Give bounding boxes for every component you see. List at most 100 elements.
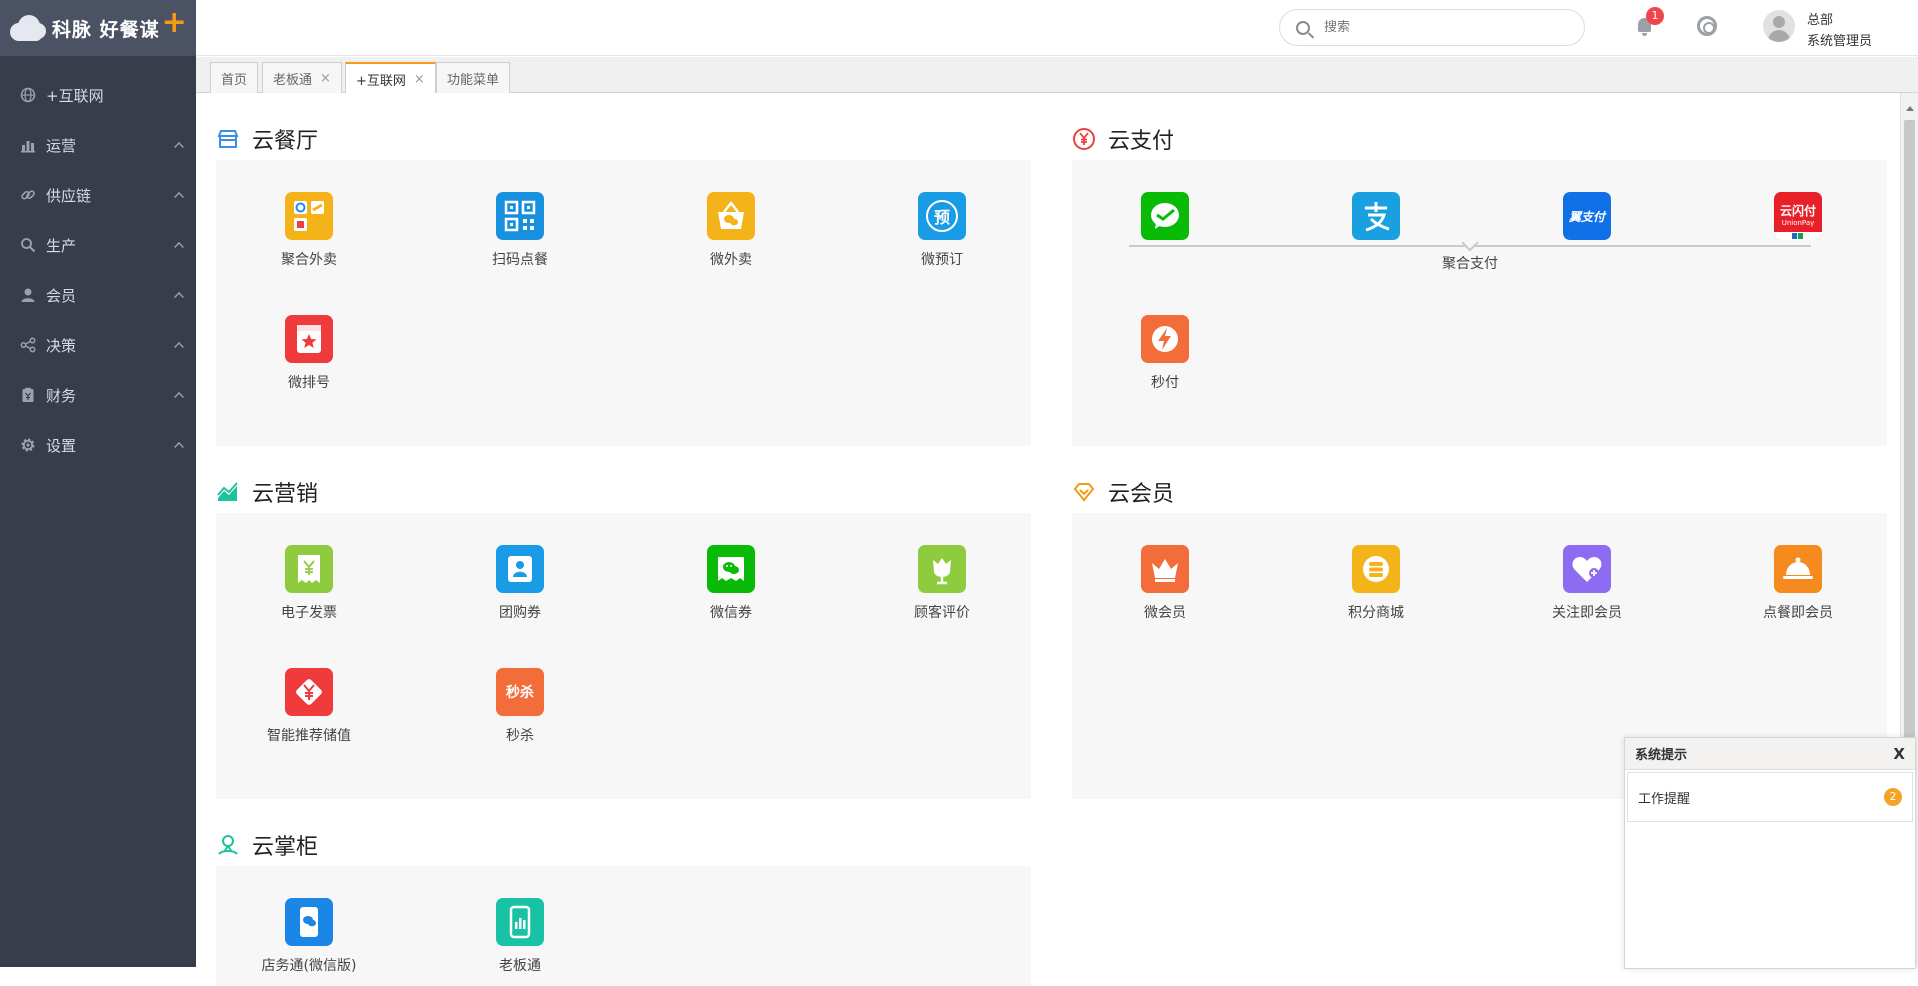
panel-restaurant: 聚合外卖 扫码点餐 微外卖 预 微预订 微排号 [216,160,1031,446]
app-label: 顾客评价 [877,602,1007,622]
sidebar-item-settings[interactable]: 设置 [0,420,196,470]
chevron-up-icon [174,242,184,252]
phone-wechat-icon [285,898,333,946]
avatar[interactable] [1763,10,1795,42]
tab-boss[interactable]: 老板通 × [262,62,342,93]
app-alipay[interactable] [1311,192,1441,240]
scrollbar-thumb[interactable] [1904,120,1915,820]
sidebar-item-label: 供应链 [46,185,174,206]
heart-plus-icon [1563,545,1611,593]
sidebar-item-label: +互联网 [46,85,196,106]
app-label: 团购券 [455,602,585,622]
yuan-diamond-icon [285,668,333,716]
sidebar-item-supply-chain[interactable]: 供应链 [0,170,196,220]
panel-payment: 翼支付 云闪付 UnionPay 聚合支付 秒付 [1072,160,1887,446]
chevron-up-icon [174,392,184,402]
notice-item-label: 工作提醒 [1638,788,1884,807]
app-store-service[interactable]: 店务通(微信版) [244,898,374,975]
notice-item-work-reminder[interactable]: 工作提醒 2 [1627,772,1913,822]
scroll-up-arrow-icon[interactable] [1906,106,1914,111]
notice-count-badge: 2 [1884,788,1902,806]
sidebar: 科脉 好餐谋 + +互联网 运营 供应链 生产 [0,0,196,967]
alipay-icon [1352,192,1400,240]
search-box[interactable] [1279,9,1585,46]
tab-label: 功能菜单 [447,69,499,88]
aggregate-takeout-icon [285,192,333,240]
app-aggregate-takeout[interactable]: 聚合外卖 [244,192,374,269]
chevron-up-icon [174,192,184,202]
app-follow-member[interactable]: 关注即会员 [1522,545,1652,622]
sidebar-nav: +互联网 运营 供应链 生产 会员 [0,56,196,470]
gear-icon [18,435,38,455]
sidebar-item-internet[interactable]: +互联网 [0,70,196,120]
sidebar-item-operations[interactable]: 运营 [0,120,196,170]
section-title-marketing: 云营销 [216,476,318,508]
app-instant-pay[interactable]: 秒付 [1100,315,1230,392]
sidebar-item-finance[interactable]: 财务 [0,370,196,420]
section-title-payment: 云支付 [1072,123,1174,155]
sidebar-item-decision[interactable]: 决策 [0,320,196,370]
sidebar-item-production[interactable]: 生产 [0,220,196,270]
app-unionpay[interactable]: 云闪付 UnionPay [1733,192,1863,240]
app-customer-review[interactable]: 顾客评价 [877,545,1007,622]
close-button[interactable]: X [1893,745,1905,763]
group-coupon-icon [496,545,544,593]
app-wechat-takeout[interactable]: 微外卖 [666,192,796,269]
tab-home[interactable]: 首页 [210,62,258,93]
sidebar-item-label: 运营 [46,135,174,156]
app-label: 老板通 [455,955,585,975]
tab-internet[interactable]: +互联网 × [345,62,436,94]
app-seckill[interactable]: 秒杀 秒杀 [455,668,585,745]
crown-icon [1141,545,1189,593]
app-scan-order[interactable]: 扫码点餐 [455,192,585,269]
app-label: 微会员 [1100,602,1230,622]
app-label: 微预订 [877,249,1007,269]
dish-cloche-icon [1774,545,1822,593]
app-boss[interactable]: 老板通 [455,898,585,975]
section-title-text: 云掌柜 [252,829,318,861]
sidebar-item-member[interactable]: 会员 [0,270,196,320]
seckill-icon: 秒杀 [496,668,544,716]
sidebar-item-label: 会员 [46,285,174,306]
brand-logo[interactable]: 科脉 好餐谋 + [0,0,196,56]
tab-function-menu[interactable]: 功能菜单 [436,62,510,93]
aggregate-pay-label: 聚合支付 [1410,253,1530,273]
unionpay-icon: 云闪付 UnionPay [1774,192,1822,240]
app-wechat-member[interactable]: 微会员 [1100,545,1230,622]
section-title-text: 云餐厅 [252,123,318,155]
close-icon[interactable]: × [320,71,331,86]
close-icon[interactable]: × [414,72,425,87]
app-bestpay[interactable]: 翼支付 [1522,192,1652,240]
search-icon [1296,21,1310,35]
sidebar-item-label: 生产 [46,235,174,256]
reserve-icon: 预 [918,192,966,240]
help-lifebuoy-icon[interactable] [1697,16,1717,36]
app-label: 关注即会员 [1522,602,1652,622]
cloud-logo-icon [8,13,46,43]
app-wechat-coupon[interactable]: 微信券 [666,545,796,622]
chevron-up-icon [174,292,184,302]
search-input[interactable] [1324,20,1524,35]
app-order-member[interactable]: 点餐即会员 [1733,545,1863,622]
qr-code-icon [496,192,544,240]
app-wechat-queue[interactable]: 微排号 [244,315,374,392]
link-icon [18,185,38,205]
app-smart-recharge[interactable]: 智能推荐储值 [244,668,374,745]
app-wechat-reserve[interactable]: 预 微预订 [877,192,1007,269]
bestpay-icon: 翼支付 [1563,192,1611,240]
notice-title: 系统提示 [1635,744,1893,763]
app-points-mall[interactable]: 积分商城 [1311,545,1441,622]
app-label: 聚合外卖 [244,249,374,269]
section-title-text: 云营销 [252,476,318,508]
search-icon [18,235,38,255]
app-label: 微排号 [244,372,374,392]
section-title-restaurant: 云餐厅 [216,123,318,155]
app-wechat-pay[interactable] [1100,192,1230,240]
app-label: 扫码点餐 [455,249,585,269]
review-flower-icon [918,545,966,593]
storefront-icon [216,127,240,151]
section-title-manager: 云掌柜 [216,829,318,861]
app-e-invoice[interactable]: 电子发票 [244,545,374,622]
yuan-circle-icon [1072,127,1096,151]
app-group-coupon[interactable]: 团购券 [455,545,585,622]
